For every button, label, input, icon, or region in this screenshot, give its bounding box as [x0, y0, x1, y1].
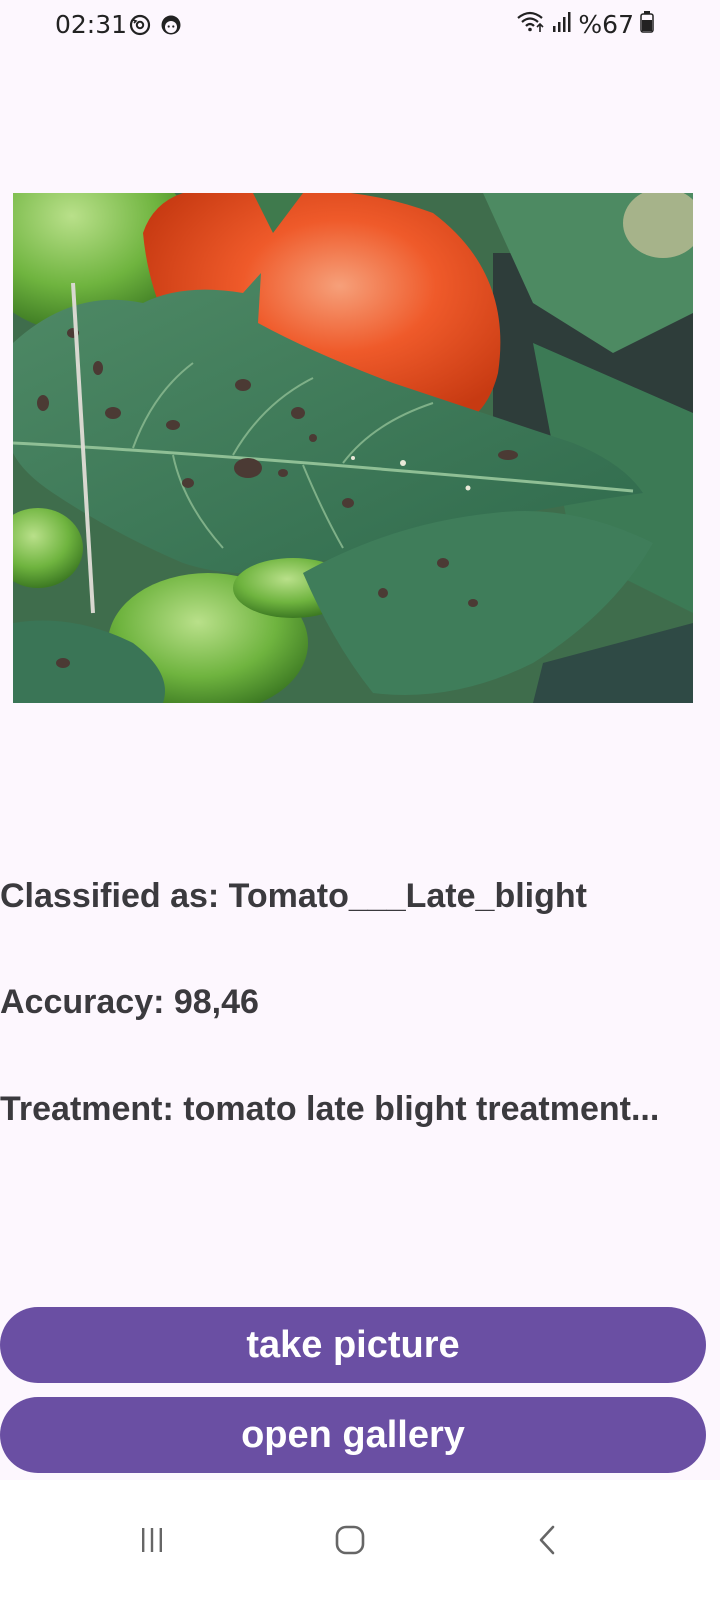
avatar-face-icon	[160, 14, 182, 36]
status-time: 02:31	[55, 10, 128, 39]
wifi-icon	[516, 10, 546, 39]
signal-icon	[552, 11, 572, 38]
system-status: %67	[516, 10, 654, 39]
sync-face-icon	[129, 14, 151, 36]
status-bar: 02:31 %67	[0, 0, 720, 52]
take-picture-button[interactable]: take picture	[0, 1307, 706, 1383]
battery-percentage: %67	[578, 10, 634, 39]
accuracy-result: Accuracy: 98,46	[0, 983, 259, 1021]
classified-plant-image	[13, 193, 693, 703]
battery-icon	[640, 11, 654, 38]
classification-result: Classified as: Tomato___Late_blight	[0, 877, 587, 915]
recent-apps-icon[interactable]	[120, 1508, 184, 1572]
back-icon[interactable]	[516, 1508, 580, 1572]
navigation-bar	[0, 1480, 720, 1600]
open-gallery-button[interactable]: open gallery	[0, 1397, 706, 1473]
treatment-result: Treatment: tomato late blight treatment.…	[0, 1090, 660, 1128]
home-icon[interactable]	[318, 1508, 382, 1572]
